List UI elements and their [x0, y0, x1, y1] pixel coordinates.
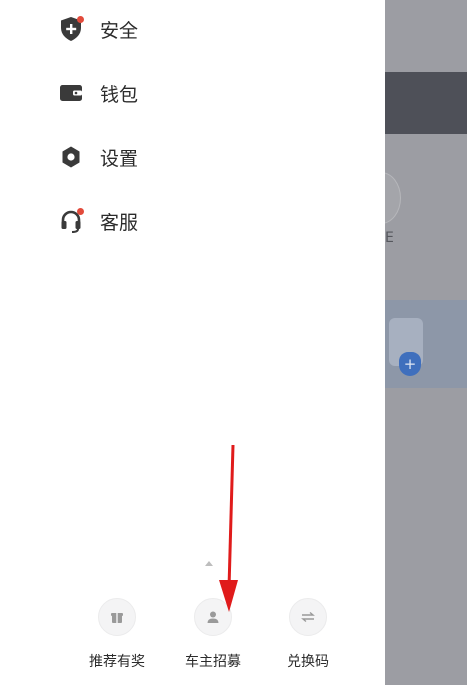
- shortcut-redeem-code[interactable]: 兑换码: [263, 598, 353, 671]
- driver-icon: [194, 598, 232, 636]
- headset-icon: [58, 208, 84, 234]
- background-header: [385, 72, 467, 134]
- shortcut-driver-recruitment[interactable]: 车主招募: [168, 598, 258, 671]
- gift-icon: [98, 598, 136, 636]
- menu-label-settings: 设置: [100, 147, 139, 170]
- background-partial-text: E: [385, 230, 394, 246]
- menu-item-customer-service[interactable]: 客服: [58, 206, 138, 236]
- background-app-overlay[interactable]: E +: [361, 0, 467, 685]
- menu-item-security[interactable]: 安全: [58, 14, 138, 44]
- gear-icon: [58, 144, 84, 170]
- security-shield-icon: [58, 16, 84, 42]
- notification-dot: [77, 16, 84, 23]
- menu-label-customer-service: 客服: [100, 211, 139, 234]
- shield-plus-icon: +: [399, 352, 421, 376]
- exchange-icon: [289, 598, 327, 636]
- menu-item-settings[interactable]: 设置: [58, 142, 138, 172]
- side-drawer: 安全 钱包 设置 客服 推荐有奖 车主招募 兑换码: [0, 0, 385, 685]
- chevron-up-icon[interactable]: [205, 561, 213, 566]
- menu-label-security: 安全: [100, 19, 139, 42]
- shortcut-referral[interactable]: 推荐有奖: [72, 598, 162, 671]
- shortcut-label-referral: 推荐有奖: [89, 654, 145, 670]
- shortcut-label-driver-recruitment: 车主招募: [185, 654, 241, 670]
- menu-label-wallet: 钱包: [100, 83, 139, 106]
- shortcut-label-redeem-code: 兑换码: [287, 654, 329, 670]
- notification-dot: [77, 208, 84, 215]
- menu-item-wallet[interactable]: 钱包: [58, 78, 138, 108]
- wallet-icon: [58, 80, 84, 106]
- background-banner: +: [385, 300, 467, 388]
